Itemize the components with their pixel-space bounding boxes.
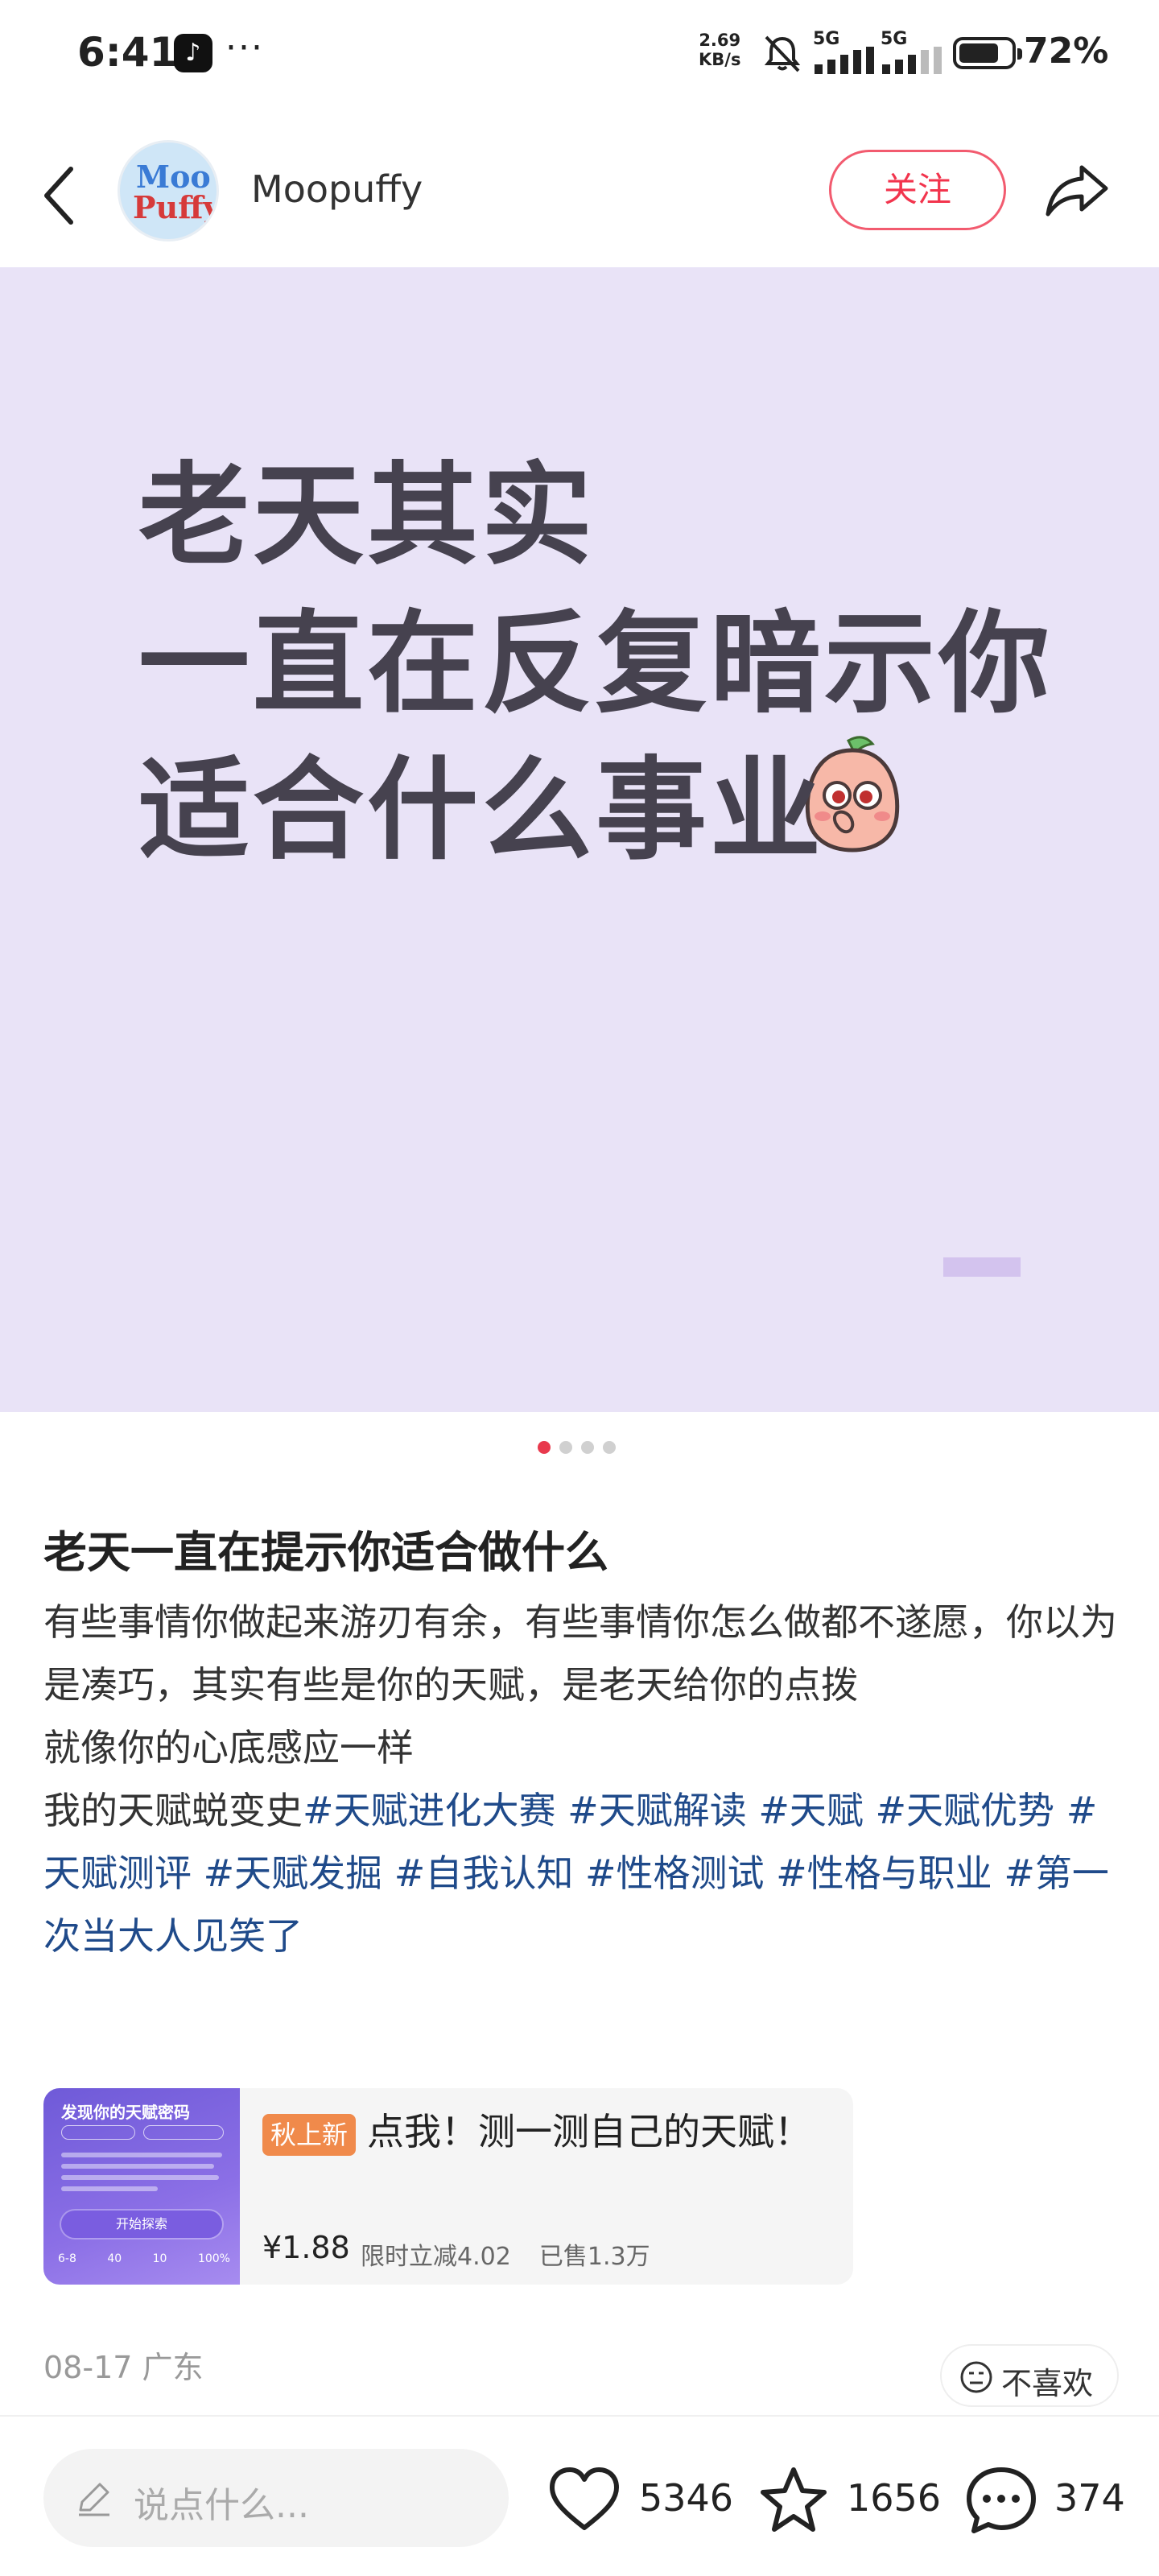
thumb-stat: 6-8 — [58, 2252, 76, 2265]
carousel-dot — [559, 1441, 572, 1454]
comment-count: 374 — [1054, 2476, 1125, 2520]
signal-sim1-icon: 5G — [813, 29, 887, 74]
hero-highlight: 事业 — [596, 720, 825, 881]
hashtag-link[interactable]: #天赋优势 — [876, 1789, 1055, 1832]
thumb-stat: 100% — [197, 2252, 230, 2265]
dislike-button[interactable]: 不喜欢 — [940, 2344, 1119, 2407]
carousel-dot — [538, 1441, 551, 1454]
hero-decoration — [943, 1257, 1021, 1277]
product-card[interactable]: 发现你的天赋密码 开始探索 6-8 40 10 100% 秋上新 点我！测一测自己… — [43, 2088, 853, 2285]
status-time: 6:41 — [77, 29, 178, 76]
post-body: 有些事情你做起来游刃有余，有些事情你怎么做都不遂愿，你以为是凑巧，其实有些是你的… — [43, 1591, 1122, 1967]
carousel-indicator — [538, 1441, 626, 1455]
comment-placeholder: 说点什么... — [134, 2485, 309, 2526]
post-date-location: 08-17 广东 — [43, 2350, 204, 2385]
post-header: Moo Puffy Moopuffy 关注 — [0, 130, 1159, 267]
username[interactable]: Moopuffy — [251, 167, 423, 211]
dislike-label: 不喜欢 — [1001, 2366, 1094, 2401]
hashtag-link[interactable]: #性格测试 — [585, 1852, 765, 1895]
product-thumb-button: 开始探索 — [61, 2211, 222, 2238]
avatar-text-2: Puffy — [133, 189, 219, 225]
more-notifications-icon: ··· — [225, 27, 264, 68]
post-paragraph-3-prefix: 我的天赋蜕变史 — [43, 1789, 303, 1832]
network-speed-value: 2.69 — [699, 31, 741, 50]
hashtag-link[interactable]: #天赋 — [758, 1789, 864, 1832]
hero-line-3-prefix: 适合什么 — [138, 745, 596, 875]
thumb-stat: 10 — [152, 2252, 167, 2265]
post-paragraph-1: 有些事情你做起来游刃有余，有些事情你怎么做都不遂愿，你以为是凑巧，其实有些是你的… — [43, 1600, 1117, 1707]
battery-level — [959, 43, 998, 63]
battery-icon — [953, 37, 1022, 69]
product-thumb-title: 发现你的天赋密码 — [61, 2103, 190, 2122]
hashtag-link[interactable]: #天赋解读 — [567, 1789, 747, 1832]
signal-sim2-icon: 5G — [881, 29, 955, 74]
hero-highlight-text: 事业 — [596, 745, 825, 875]
back-icon[interactable] — [35, 159, 84, 232]
share-icon[interactable] — [1043, 158, 1111, 222]
network-speed-unit: KB/s — [699, 50, 741, 69]
post-paragraph-3: 我的天赋蜕变史#天赋进化大赛 #天赋解读 #天赋 #天赋优势 #天赋测评 #天赋… — [43, 1779, 1122, 1967]
avatar[interactable]: Moo Puffy — [118, 140, 219, 242]
hashtag-link[interactable]: #天赋进化大赛 — [303, 1789, 556, 1832]
favorite-count: 1656 — [847, 2476, 942, 2520]
hero-line-3: 适合什么事业 — [138, 720, 825, 881]
heart-icon — [550, 2467, 619, 2530]
hashtag-link[interactable]: #性格与职业 — [776, 1852, 992, 1895]
mute-bell-icon — [764, 35, 801, 72]
hero-line-2: 一直在反复暗示你 — [138, 599, 1054, 729]
comment-input[interactable]: 说点什么... — [43, 2449, 509, 2547]
star-icon — [761, 2467, 827, 2532]
follow-button[interactable]: 关注 — [829, 150, 1006, 230]
like-count: 5346 — [639, 2476, 734, 2520]
comment-bubble-icon — [967, 2467, 1036, 2533]
status-bar: 6:41 ♪ ··· 2.69 KB/s 5G 5G 72% — [0, 0, 1159, 106]
product-sold: 已售1.3万 — [538, 2243, 650, 2271]
battery-percent: 72% — [1024, 31, 1109, 72]
pencil-icon — [79, 2483, 109, 2516]
post-title: 老天一直在提示你适合做什么 — [43, 1527, 608, 1578]
thumb-stat: 40 — [107, 2252, 122, 2265]
favorite-button[interactable]: 1656 — [757, 2455, 942, 2544]
carousel-dot — [581, 1441, 594, 1454]
product-name: 秋上新 点我！测一测自己的天赋！ — [262, 2103, 826, 2161]
product-name-text: 点我！测一测自己的天赋！ — [367, 2110, 812, 2153]
product-thumb-stats: 6-8 40 10 100% — [58, 2252, 230, 2265]
hashtag-link[interactable]: #自我认知 — [394, 1852, 574, 1895]
hero-line-1: 老天其实 — [138, 451, 596, 580]
dislike-face-icon — [960, 2361, 992, 2393]
hashtag-link[interactable]: #天赋发掘 — [204, 1852, 383, 1895]
like-button[interactable]: 5346 — [547, 2455, 734, 2544]
carousel-dot — [603, 1441, 616, 1454]
network-speed: 2.69 KB/s — [699, 31, 740, 69]
post-image[interactable]: 老天其实 一直在反复暗示你 适合什么事业 — [0, 267, 1159, 1412]
product-thumbnail: 发现你的天赋密码 开始探索 6-8 40 10 100% — [43, 2088, 240, 2285]
tiktok-notification-icon: ♪ — [174, 34, 212, 72]
bottom-divider — [0, 2415, 1159, 2417]
product-price: ¥1.88 — [262, 2230, 350, 2265]
product-badge: 秋上新 — [262, 2113, 357, 2156]
post-paragraph-2: 就像你的心底感应一样 — [43, 1726, 414, 1769]
comment-button[interactable]: 374 — [964, 2455, 1125, 2544]
product-discount: 限时立减4.02 — [361, 2243, 511, 2271]
product-meta: 限时立减4.02 已售1.3万 — [361, 2236, 650, 2272]
